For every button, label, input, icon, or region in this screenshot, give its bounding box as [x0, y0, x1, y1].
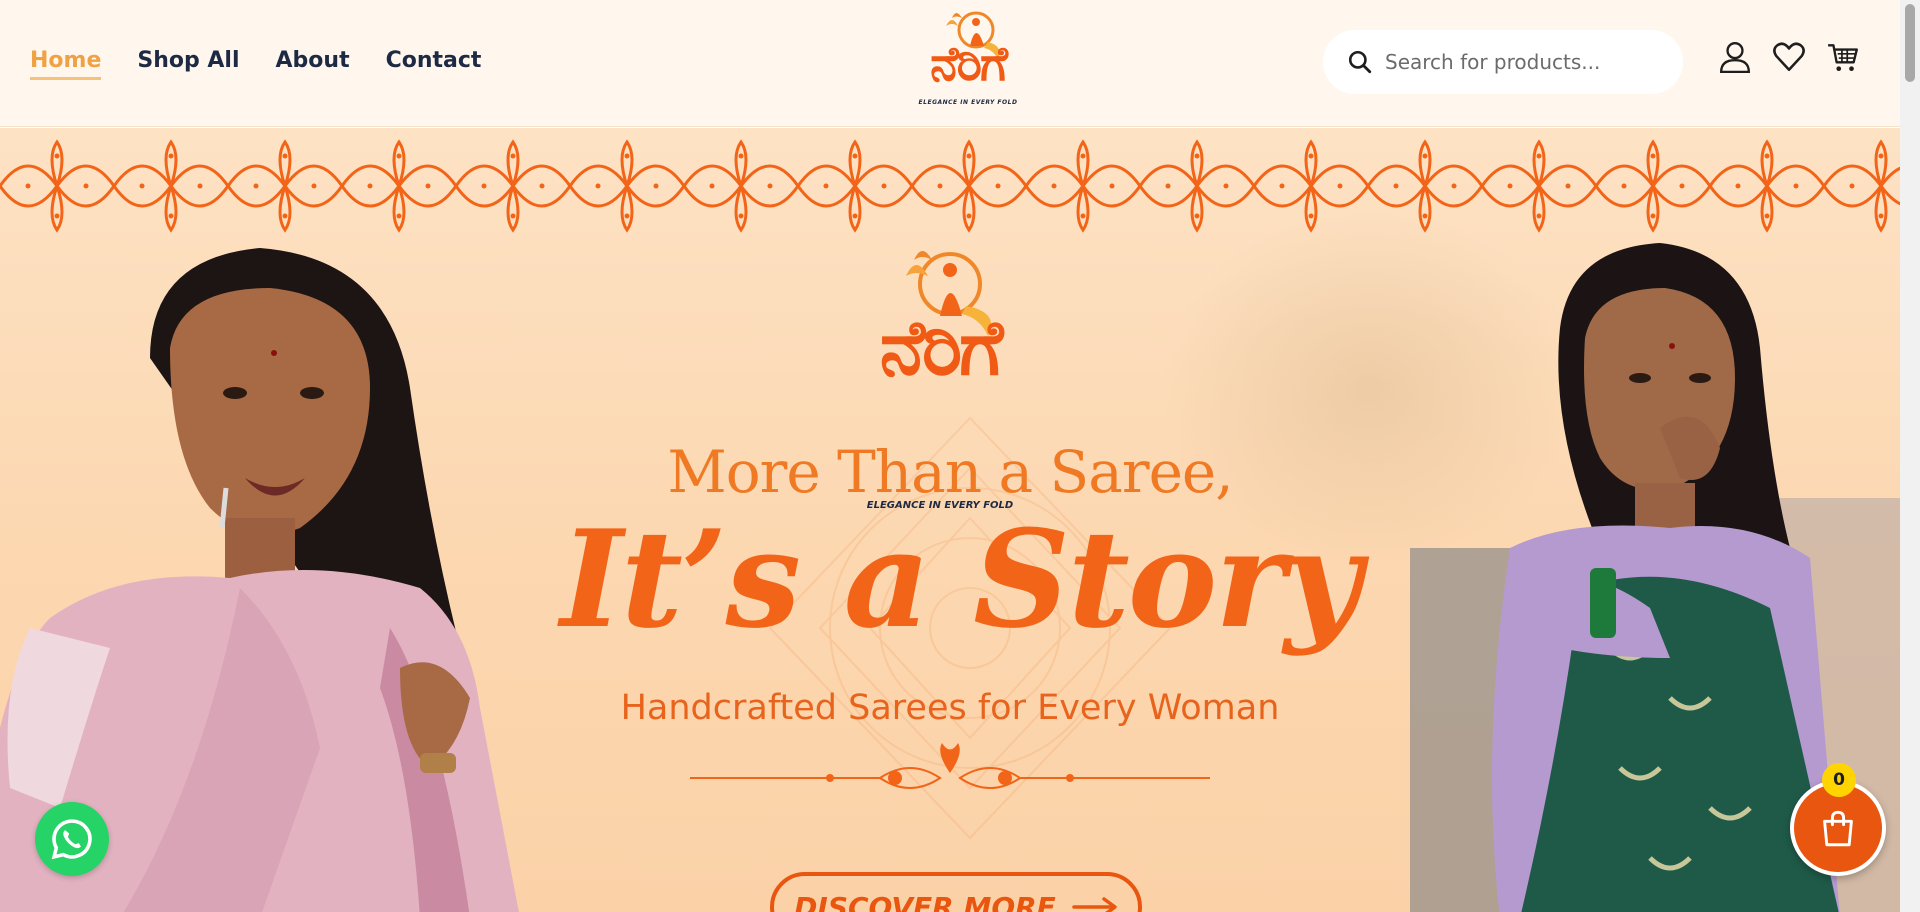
shopping-bag-icon	[1823, 810, 1853, 847]
discover-more-button[interactable]: DISCOVER MORE	[770, 872, 1142, 912]
hero-headline-main: It’s a Story	[560, 500, 1361, 658]
heart-icon[interactable]	[1772, 40, 1806, 74]
hero-subheadline: Handcrafted Sarees for Every Woman	[620, 688, 1280, 728]
hero-headline-top: More Than a Saree,	[667, 438, 1233, 506]
search-bar[interactable]	[1323, 30, 1683, 94]
hero-logo: ನೆರಿಗೆ ELEGANCE IN EVERY FOLD	[850, 236, 1030, 511]
main-nav: Home Shop All About Contact	[30, 48, 481, 80]
nav-contact[interactable]: Contact	[386, 48, 482, 80]
cart-icon[interactable]	[1826, 40, 1860, 74]
rangoli-border-decoration	[0, 140, 1900, 232]
whatsapp-icon	[51, 819, 92, 860]
arrow-right-icon	[1072, 897, 1117, 912]
search-icon[interactable]	[1347, 49, 1373, 75]
nav-about[interactable]: About	[276, 48, 350, 80]
nav-home[interactable]: Home	[30, 48, 102, 80]
hero-logo-text: ನೆರಿಗೆ	[879, 303, 1004, 392]
discover-more-label: DISCOVER MORE	[794, 890, 1056, 912]
site-header: Home Shop All About Contact ನೆರಿಗೆ ELEGA…	[0, 0, 1900, 127]
user-icon[interactable]	[1718, 40, 1752, 74]
hero-banner: ನೆರಿಗೆ ELEGANCE IN EVERY FOLD More Than …	[0, 128, 1900, 912]
scrollbar-thumb[interactable]	[1905, 4, 1915, 82]
logo-text: ನೆರಿಗೆ	[930, 36, 1008, 92]
ornamental-divider-decoration	[690, 743, 1210, 789]
page-scrollbar[interactable]	[1900, 0, 1920, 912]
nav-shop-all[interactable]: Shop All	[137, 48, 239, 80]
search-input[interactable]	[1385, 50, 1675, 74]
cart-count-badge: 0	[1822, 763, 1856, 797]
site-logo[interactable]: ನೆರಿಗೆ ELEGANCE IN EVERY FOLD	[918, 6, 1018, 112]
whatsapp-chat-button[interactable]	[35, 802, 109, 876]
logo-tagline: ELEGANCE IN EVERY FOLD	[918, 99, 1018, 106]
